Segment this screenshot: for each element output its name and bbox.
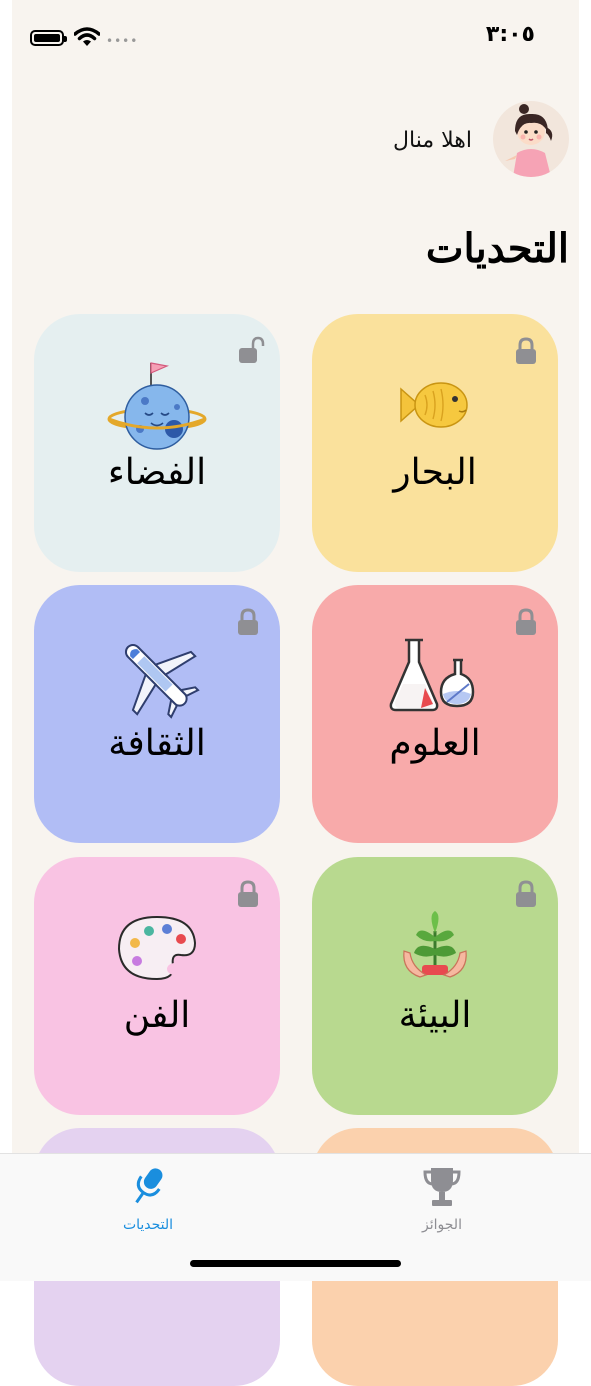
card-label: البحار bbox=[393, 452, 477, 493]
tab-label: الجوائز bbox=[422, 1217, 462, 1233]
signal-icon: •••• bbox=[106, 34, 139, 48]
battery-icon bbox=[30, 30, 67, 46]
trophy-icon bbox=[423, 1168, 461, 1206]
tab-challenges[interactable]: التحديات bbox=[78, 1162, 218, 1233]
microphone-icon bbox=[135, 1168, 163, 1204]
page-title: التحديات bbox=[425, 225, 569, 272]
airplane-icon bbox=[34, 621, 280, 731]
challenge-card-science[interactable]: العلوم bbox=[312, 585, 558, 843]
challenge-card-environment[interactable]: البيئة bbox=[312, 857, 558, 1115]
tab-label: التحديات bbox=[122, 1217, 174, 1233]
greeting-text: اهلا منال bbox=[393, 128, 472, 153]
planet-icon bbox=[34, 350, 280, 460]
card-label: الفضاء bbox=[107, 452, 207, 493]
card-label: الفن bbox=[123, 995, 191, 1036]
fish-icon bbox=[312, 350, 558, 460]
status-time: ٣:٠٥ bbox=[485, 22, 535, 47]
avatar[interactable] bbox=[493, 101, 569, 177]
palette-icon bbox=[34, 893, 280, 1003]
card-label: البيئة bbox=[398, 995, 472, 1036]
girl-avatar-icon bbox=[505, 104, 553, 177]
card-label: الثقافة bbox=[108, 723, 206, 764]
card-label: العلوم bbox=[389, 723, 481, 764]
home-indicator[interactable] bbox=[190, 1260, 401, 1267]
challenge-card-space[interactable]: الفضاء bbox=[34, 314, 280, 572]
wifi-icon bbox=[74, 27, 100, 46]
flask-icon bbox=[312, 621, 558, 731]
tab-rewards[interactable]: الجوائز bbox=[372, 1162, 512, 1233]
challenge-card-culture[interactable]: الثقافة bbox=[34, 585, 280, 843]
plant-hands-icon bbox=[312, 893, 558, 1003]
challenge-card-art[interactable]: الفن bbox=[34, 857, 280, 1115]
status-bar: •••• ٣:٠٥ bbox=[0, 0, 591, 70]
challenge-card-seas[interactable]: البحار bbox=[312, 314, 558, 572]
